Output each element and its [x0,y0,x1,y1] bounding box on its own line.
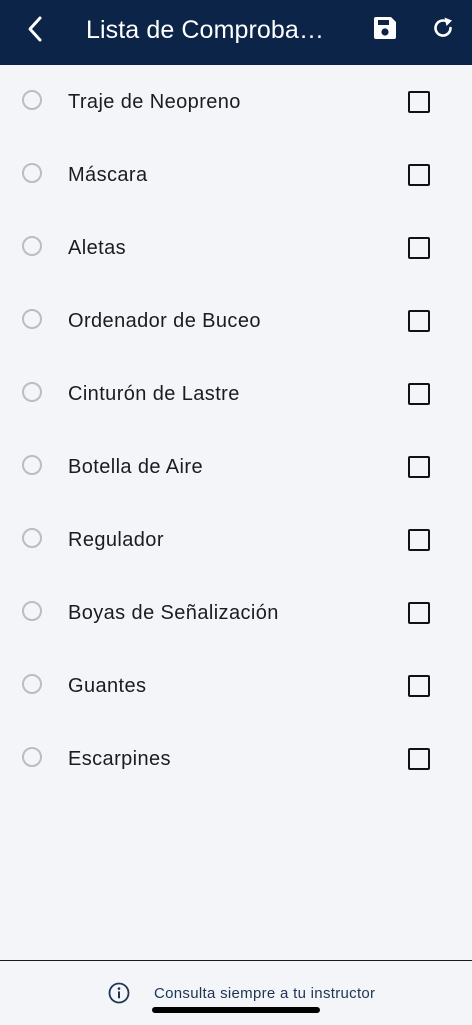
checkbox[interactable] [408,675,430,697]
item-label: Traje de Neopreno [68,91,241,113]
chevron-left-icon [28,16,42,42]
radio-button[interactable] [22,163,42,183]
radio-button[interactable] [22,601,42,621]
radio-button[interactable] [22,674,42,694]
checkbox[interactable] [408,529,430,551]
footer-text: Consulta siempre a tu instructor [154,985,376,1002]
list-item: Cinturón de Lastre [0,357,472,430]
refresh-button[interactable] [428,13,458,43]
app-header: Lista de Comprobaci... [0,0,472,65]
item-label: Ordenador de Buceo [68,310,261,332]
checkbox[interactable] [408,602,430,624]
checkbox[interactable] [408,456,430,478]
back-button[interactable] [18,12,52,46]
list-item: Botella de Aire [0,430,472,503]
refresh-icon [434,17,452,37]
radio-button[interactable] [22,90,42,110]
radio-button[interactable] [22,455,42,475]
list-item: Aletas [0,211,472,284]
radio-button[interactable] [22,382,42,402]
floppy-disk-icon [374,17,396,39]
radio-button[interactable] [22,236,42,256]
list-item: Regulador [0,503,472,576]
page-title: Lista de Comprobaci... [86,16,331,44]
item-label: Aletas [68,237,126,259]
checkbox[interactable] [408,383,430,405]
item-label: Máscara [68,164,148,186]
item-label: Cinturón de Lastre [68,383,240,405]
checkbox[interactable] [408,748,430,770]
list-item: Traje de Neopreno [0,65,472,138]
checkbox[interactable] [408,310,430,332]
item-label: Regulador [68,529,164,551]
save-button[interactable] [370,13,400,43]
list-item: Máscara [0,138,472,211]
list-item: Guantes [0,649,472,722]
list-item: Escarpines [0,722,472,795]
checkbox[interactable] [408,237,430,259]
radio-button[interactable] [22,528,42,548]
footer-notice: Consulta siempre a tu instructor [0,960,472,1025]
list-item: Ordenador de Buceo [0,284,472,357]
checklist: Traje de Neopreno Máscara Aletas Ordenad… [0,65,472,795]
checkbox[interactable] [408,164,430,186]
item-label: Guantes [68,675,147,697]
info-icon [108,982,130,1004]
radio-button[interactable] [22,747,42,767]
item-label: Botella de Aire [68,456,203,478]
radio-button[interactable] [22,309,42,329]
item-label: Escarpines [68,748,171,770]
list-item: Boyas de Señalización [0,576,472,649]
home-indicator[interactable] [152,1007,320,1013]
item-label: Boyas de Señalización [68,602,279,624]
checkbox[interactable] [408,91,430,113]
